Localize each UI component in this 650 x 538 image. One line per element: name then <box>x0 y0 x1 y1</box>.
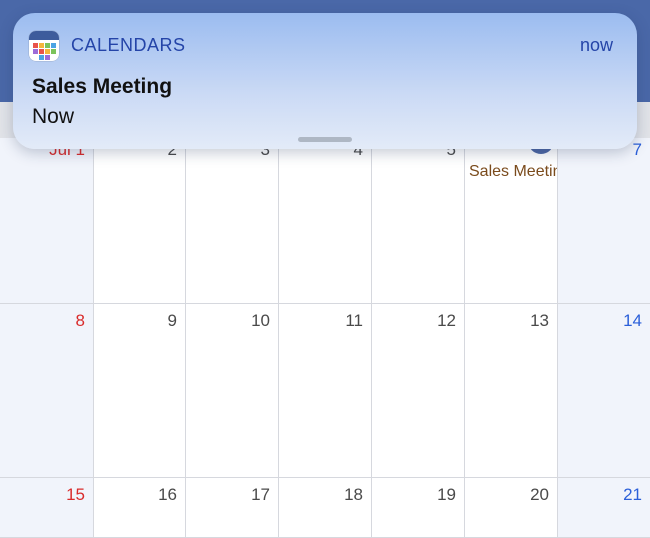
day-number: 14 <box>623 311 642 330</box>
day-cell[interactable]: 4 <box>279 138 372 304</box>
day-cell[interactable]: 21 <box>558 478 650 538</box>
day-number: 20 <box>530 485 549 504</box>
day-cell[interactable]: 18 <box>279 478 372 538</box>
notification-body: Now <box>32 105 75 128</box>
day-cell[interactable]: 10 <box>186 304 279 478</box>
day-number: 13 <box>530 311 549 330</box>
day-number: 7 <box>632 140 642 159</box>
calendars-app-icon <box>29 31 59 61</box>
day-cell[interactable]: 12 <box>372 304 465 478</box>
day-cell[interactable]: 13 <box>465 304 558 478</box>
day-number: 16 <box>158 485 177 504</box>
day-cell[interactable]: 19 <box>372 478 465 538</box>
day-number: 15 <box>66 485 85 504</box>
event-label[interactable]: Sales Meeting <box>469 163 557 181</box>
day-number: 8 <box>75 311 85 330</box>
day-cell[interactable]: 9 <box>94 304 186 478</box>
day-cell[interactable]: 7 <box>558 138 650 304</box>
day-cell[interactable]: 2 <box>94 138 186 304</box>
notification-banner[interactable]: CALENDARS now Sales Meeting Now <box>13 13 637 149</box>
day-cell[interactable]: 8 <box>0 304 94 478</box>
day-cell[interactable]: 15 <box>0 478 94 538</box>
day-number: 9 <box>167 311 177 330</box>
day-number: 10 <box>251 311 270 330</box>
notification-title: Sales Meeting <box>32 75 173 98</box>
notification-app-name: CALENDARS <box>71 35 186 55</box>
day-number: 19 <box>437 485 456 504</box>
day-cell[interactable]: 3 <box>186 138 279 304</box>
day-cell[interactable]: 16 <box>94 478 186 538</box>
day-number: 12 <box>437 311 456 330</box>
day-cell[interactable]: 17 <box>186 478 279 538</box>
month-grid: Jul 1 2 3 4 5 6 Sales Meeting 7 8 9 10 <box>0 128 650 538</box>
day-cell[interactable]: 14 <box>558 304 650 478</box>
day-cell[interactable]: 5 <box>372 138 465 304</box>
day-number: 18 <box>344 485 363 504</box>
day-cell-today[interactable]: 6 Sales Meeting <box>465 128 558 304</box>
day-cell[interactable]: 11 <box>279 304 372 478</box>
day-number: 11 <box>345 311 363 330</box>
day-cell[interactable]: Jul 1 <box>0 138 94 304</box>
day-number: 21 <box>623 485 642 504</box>
notification-time: now <box>579 35 613 55</box>
day-number: 17 <box>251 485 270 504</box>
notification-grabber-handle[interactable] <box>298 137 352 142</box>
day-cell[interactable]: 20 <box>465 478 558 538</box>
